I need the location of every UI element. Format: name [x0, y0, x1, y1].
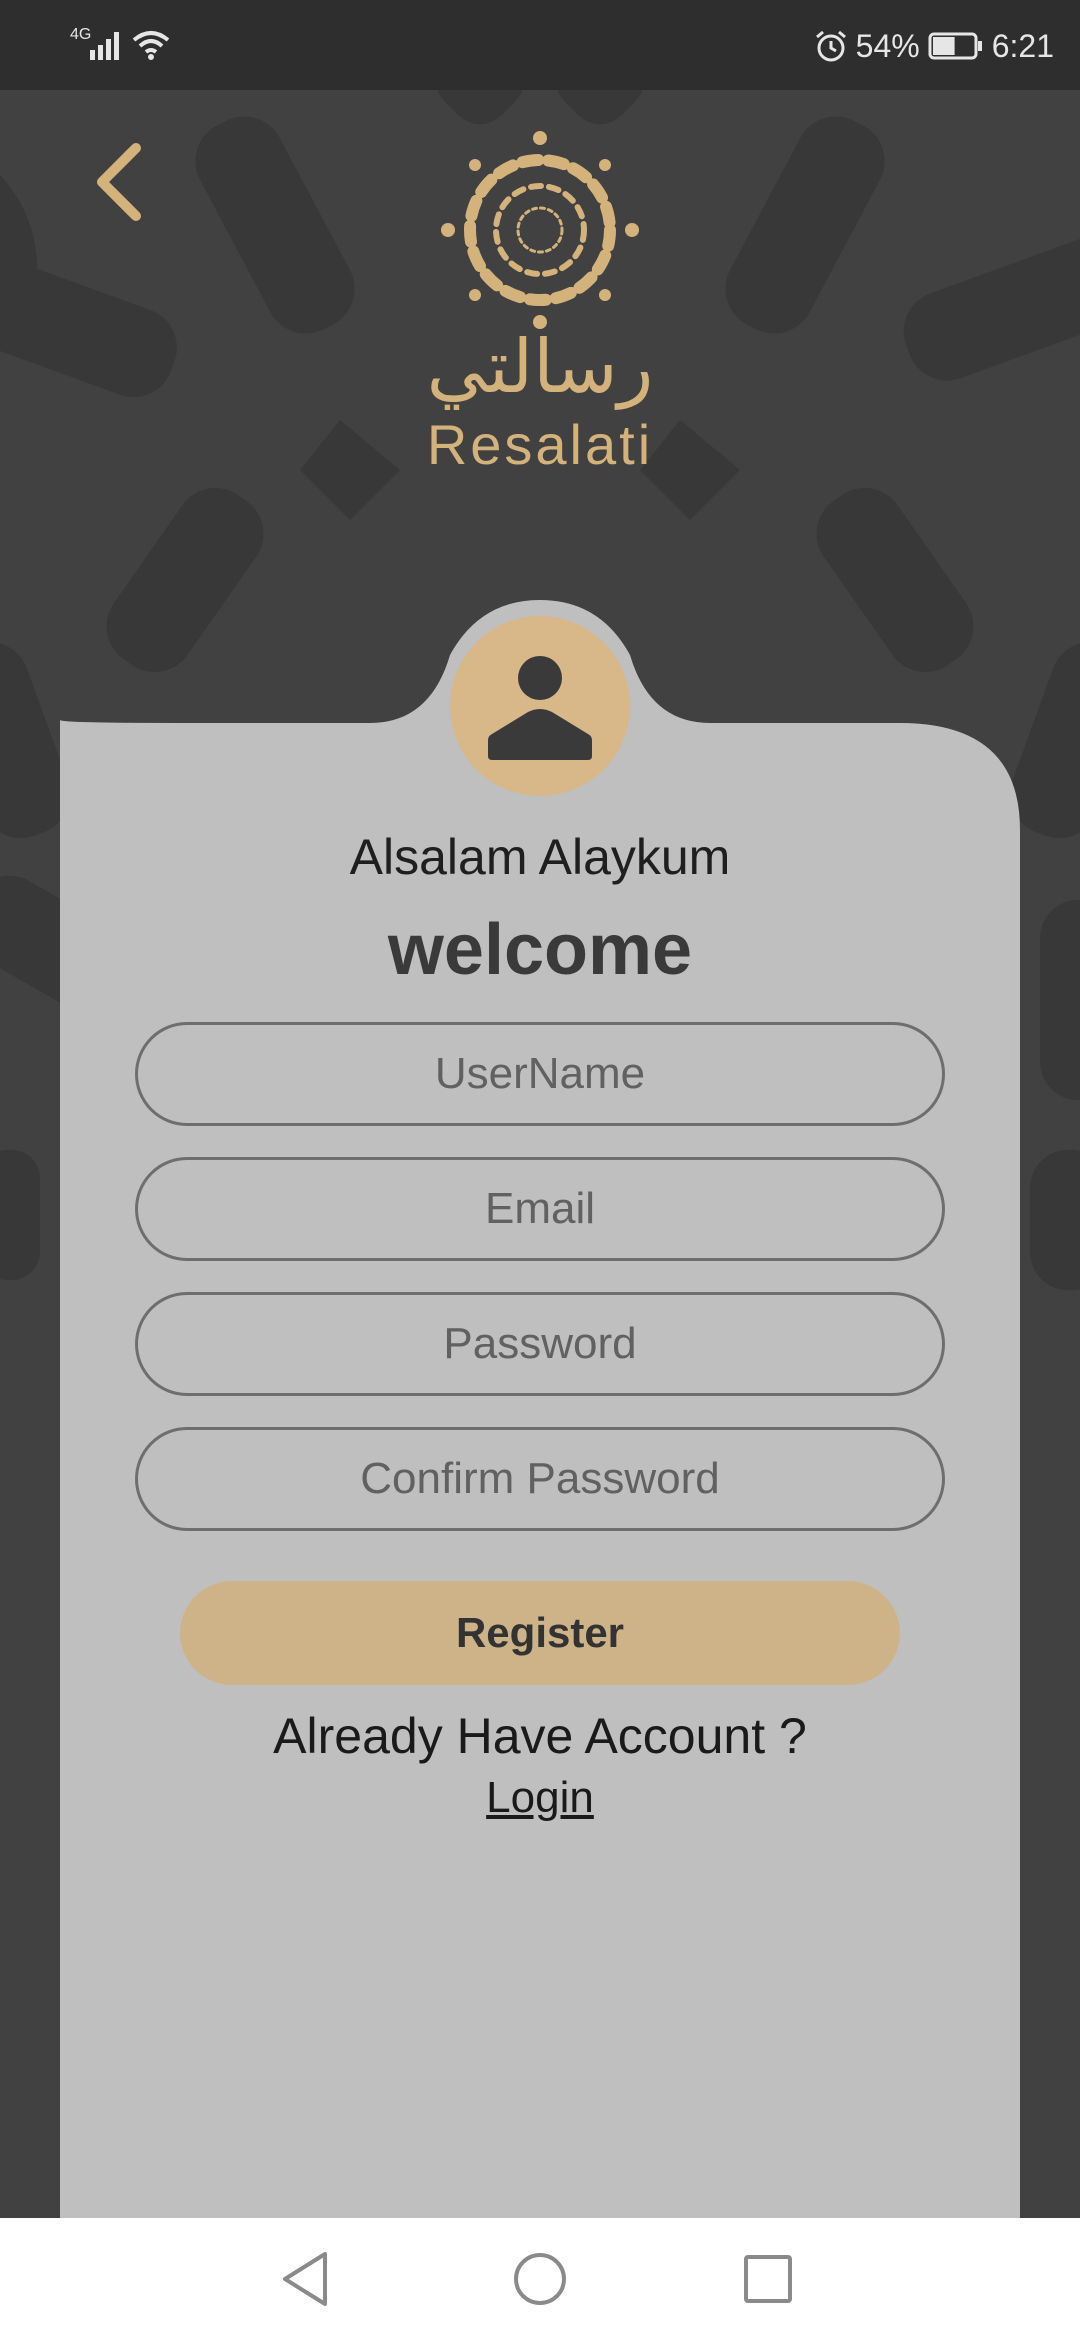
- nav-back-button[interactable]: [273, 2244, 343, 2314]
- mandala-logo-icon: [441, 131, 639, 329]
- triangle-back-icon: [283, 2252, 327, 2306]
- status-right: 54% 6:21: [814, 24, 1054, 68]
- username-field[interactable]: [135, 1022, 945, 1126]
- circle-home-icon: [514, 2253, 566, 2305]
- battery-percent: 54%: [855, 27, 920, 64]
- register-button[interactable]: Register: [180, 1581, 900, 1685]
- square-recents-icon: [744, 2255, 792, 2303]
- avatar: [450, 616, 630, 796]
- logo-latin-text: Resalati: [426, 413, 654, 476]
- email-field[interactable]: [135, 1157, 945, 1261]
- confirm-password-field[interactable]: [135, 1427, 945, 1531]
- signal-icon: [90, 32, 119, 60]
- login-link[interactable]: Login: [440, 1770, 640, 1826]
- chevron-left-icon: [97, 143, 141, 221]
- navigation-bar: [0, 2218, 1080, 2340]
- wifi-icon: [132, 31, 170, 60]
- logo-arabic-text: رسالتي: [426, 324, 654, 410]
- screen: 4G 54% 6:21 رسالتي Resalati Alsalam Alay…: [0, 0, 1080, 2340]
- battery-icon: [928, 32, 982, 60]
- user-icon: [488, 656, 592, 760]
- back-button[interactable]: [88, 140, 152, 224]
- nav-home-button[interactable]: [505, 2244, 575, 2314]
- password-field[interactable]: [135, 1292, 945, 1396]
- nav-recents-button[interactable]: [733, 2244, 803, 2314]
- account-prompt-text: Already Have Account ?: [273, 1708, 807, 1764]
- status-bar: 4G 54% 6:21: [0, 0, 1080, 90]
- welcome-title: welcome: [387, 910, 693, 990]
- status-time: 6:21: [991, 27, 1054, 64]
- alarm-icon: [815, 30, 846, 62]
- greeting-text: Alsalam Alaykum: [349, 829, 731, 885]
